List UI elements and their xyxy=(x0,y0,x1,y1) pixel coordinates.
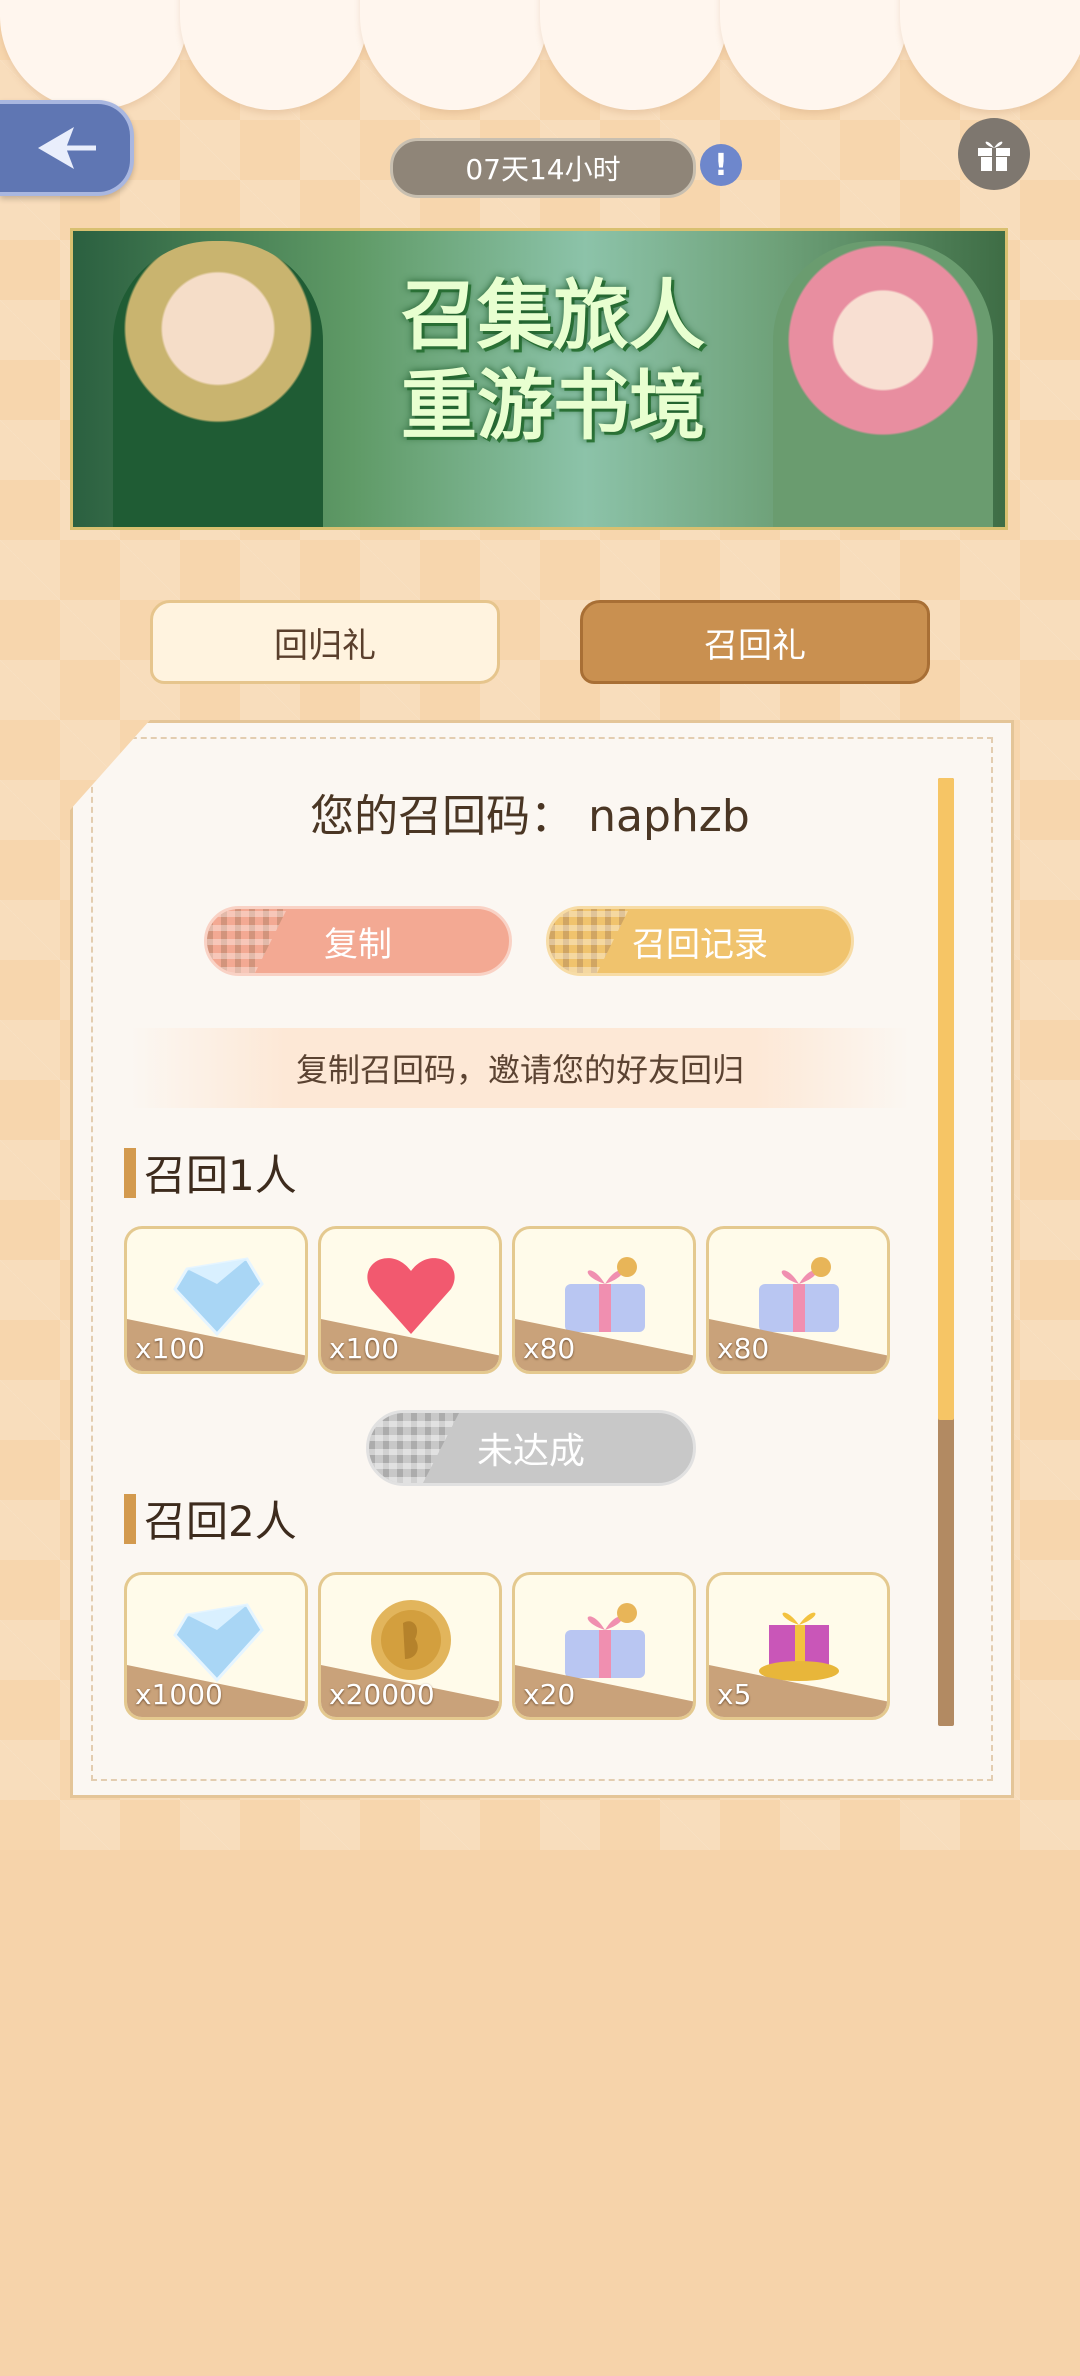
gift-button[interactable] xyxy=(958,118,1030,190)
banner-character-right xyxy=(773,241,993,527)
reward-qty: x20 xyxy=(523,1678,576,1711)
gift-icon xyxy=(978,141,1010,171)
reward-item[interactable]: x5 xyxy=(706,1572,890,1720)
banner-character-left xyxy=(113,241,323,527)
gold-coin-icon xyxy=(371,1600,451,1680)
reward-qty: x20000 xyxy=(329,1678,435,1711)
recall-record-button[interactable]: 召回记录 xyxy=(546,906,854,976)
info-icon[interactable]: ! xyxy=(700,144,742,186)
treasure-pile-icon xyxy=(759,1612,839,1681)
claim-status-button[interactable]: 未达成 xyxy=(366,1410,696,1486)
heart-icon xyxy=(367,1258,455,1334)
recall-code-label: 您的召回码： xyxy=(310,791,575,842)
banner-title-line1: 召集旅人 xyxy=(401,271,705,360)
reward-qty: x80 xyxy=(717,1332,770,1365)
gift-box-icon xyxy=(565,1257,645,1332)
diamond-icon xyxy=(173,1257,264,1337)
arrow-left-icon xyxy=(38,127,96,169)
claim-status-label: 未达成 xyxy=(476,1431,585,1472)
reward-item[interactable]: x80 xyxy=(706,1226,890,1374)
copy-button-label: 复制 xyxy=(324,924,392,965)
back-button[interactable] xyxy=(0,100,134,196)
reward-item[interactable]: x20000 xyxy=(318,1572,502,1720)
reward-item[interactable]: x1000 xyxy=(124,1572,308,1720)
gift-box-icon xyxy=(565,1603,645,1678)
tab-return-gift[interactable]: 回归礼 xyxy=(150,600,500,684)
lace-border xyxy=(0,0,1080,120)
reward-qty: x1000 xyxy=(135,1678,223,1711)
diamond-icon xyxy=(173,1603,264,1683)
section-title-recall-2: 召回2人 xyxy=(124,1488,297,1549)
section-title-text: 召回1人 xyxy=(144,1151,297,1200)
tab-recall-gift[interactable]: 召回礼 xyxy=(580,600,930,684)
reward-qty: x100 xyxy=(135,1332,206,1365)
reward-qty: x80 xyxy=(523,1332,576,1365)
recall-code-value: naphzb xyxy=(588,791,750,842)
recall-record-label: 召回记录 xyxy=(632,924,768,965)
recall-code-line: 您的召回码： naphzb xyxy=(120,780,940,844)
reward-qty: x100 xyxy=(329,1332,400,1365)
reward-item[interactable]: x100 xyxy=(124,1226,308,1374)
reward-qty: x5 xyxy=(717,1678,752,1711)
gift-box-icon xyxy=(759,1257,839,1332)
scrollbar-thumb[interactable] xyxy=(938,778,954,1420)
reward-item[interactable]: x80 xyxy=(512,1226,696,1374)
event-banner: 召集旅人 重游书境 xyxy=(70,228,1008,530)
event-timer: 07天14小时 xyxy=(390,138,696,198)
copy-button[interactable]: 复制 xyxy=(204,906,512,976)
banner-title-line2: 重游书境 xyxy=(401,361,705,450)
reward-item[interactable]: x20 xyxy=(512,1572,696,1720)
background-bottom xyxy=(0,1850,1080,2376)
reward-item[interactable]: x100 xyxy=(318,1226,502,1374)
section-title-text: 召回2人 xyxy=(144,1497,297,1546)
invite-hint: 复制召回码，邀请您的好友回归 xyxy=(130,1028,910,1108)
section-title-recall-1: 召回1人 xyxy=(124,1142,297,1203)
banner-title: 召集旅人 重游书境 xyxy=(343,271,763,451)
